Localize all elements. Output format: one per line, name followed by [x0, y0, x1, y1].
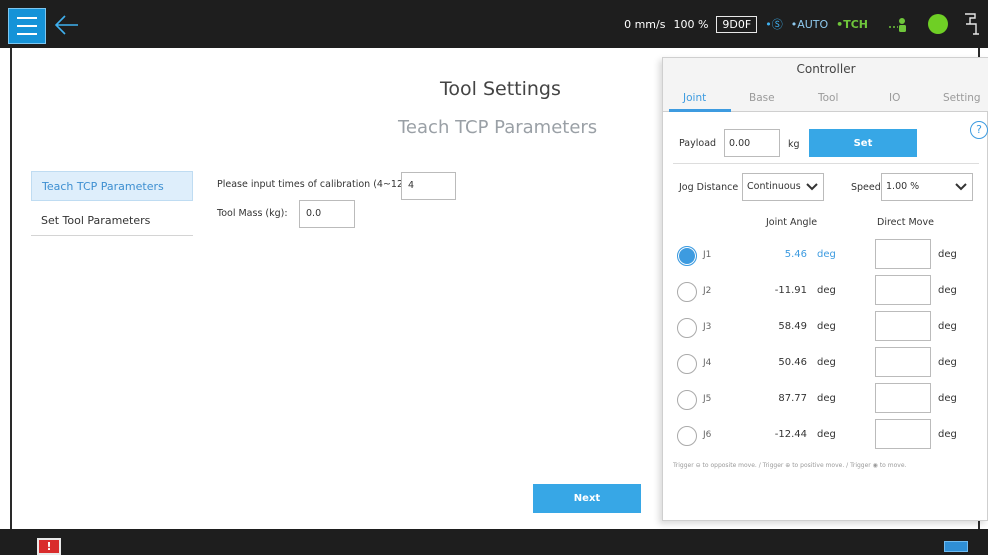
direct-move-unit: deg [938, 393, 957, 404]
robot-arm-icon[interactable] [962, 12, 980, 36]
sidebar-item-set-tool[interactable]: Set Tool Parameters [31, 206, 193, 236]
hamburger-line [17, 17, 37, 19]
joint-radio-j3[interactable] [677, 318, 697, 338]
joint-row-j4: J4 50.46 deg deg [663, 346, 988, 380]
jog-distance-select[interactable]: Continuous [742, 173, 824, 201]
calibration-input[interactable]: 4 [401, 172, 456, 200]
tch-status: •TCH [836, 17, 868, 31]
status-area: 0 mm/s 100 % 9D0F •Ⓢ •AUTO •TCH [624, 0, 948, 48]
joint-angle-unit: deg [817, 285, 836, 296]
help-icon[interactable]: ? [970, 121, 988, 139]
joint-angle-unit: deg [817, 357, 836, 368]
auto-status: •AUTO [790, 17, 829, 31]
controller-title: Controller [663, 58, 988, 84]
mode-pill[interactable]: 9D0F [716, 15, 758, 33]
joint-angle-unit: deg [817, 393, 836, 404]
hamburger-line [17, 33, 37, 35]
joint-angle-unit: deg [817, 249, 836, 260]
joint-row-j1: J1 5.46 deg deg [663, 238, 988, 272]
bottom-bar: ! [0, 529, 988, 555]
direct-move-header: Direct Move [877, 217, 934, 228]
joint-name: J5 [703, 394, 712, 404]
status-light-icon [928, 14, 948, 34]
keyboard-icon[interactable] [944, 541, 968, 552]
payload-label: Payload [679, 138, 717, 149]
joint-angle-unit: deg [817, 321, 836, 332]
direct-move-input-j2[interactable] [875, 275, 931, 305]
speed-label: Speed [851, 182, 881, 193]
page-title: Tool Settings [440, 78, 561, 100]
payload-unit: kg [788, 139, 800, 150]
joint-radio-j2[interactable] [677, 282, 697, 302]
tab-io[interactable]: IO [889, 92, 900, 104]
joint-angle-value: 87.77 [778, 393, 807, 404]
direct-move-unit: deg [938, 429, 957, 440]
direct-move-input-j4[interactable] [875, 347, 931, 377]
jog-hint-text: Trigger ⊖ to opposite move. / Trigger ⊕ … [673, 462, 907, 469]
joint-angle-value: 50.46 [778, 357, 807, 368]
joint-radio-j5[interactable] [677, 390, 697, 410]
speed-select[interactable]: 1.00 % [881, 173, 973, 201]
active-tab-indicator [669, 109, 731, 112]
chevron-down-icon [955, 183, 967, 191]
payload-set-button[interactable]: Set [809, 129, 917, 157]
joint-angle-value: 58.49 [778, 321, 807, 332]
joint-radio-j4[interactable] [677, 354, 697, 374]
speed-value: 1.00 % [886, 181, 920, 192]
tab-base[interactable]: Base [749, 92, 775, 104]
direct-move-input-j5[interactable] [875, 383, 931, 413]
joint-row-j5: J5 87.77 deg deg [663, 382, 988, 416]
alert-icon[interactable]: ! [37, 538, 61, 555]
direct-move-input-j1[interactable] [875, 239, 931, 269]
next-button[interactable]: Next [533, 484, 641, 513]
tool-mass-input[interactable]: 0.0 [299, 200, 355, 228]
direct-move-unit: deg [938, 321, 957, 332]
page-subtitle: Teach TCP Parameters [398, 117, 598, 138]
joint-row-j2: J2 -11.91 deg deg [663, 274, 988, 308]
jog-distance-value: Continuous [747, 181, 801, 192]
joint-name: J2 [703, 286, 712, 296]
joint-angle-unit: deg [817, 429, 836, 440]
joint-name: J6 [703, 430, 712, 440]
joint-name: J3 [703, 322, 712, 332]
joint-angle-value: -12.44 [774, 429, 807, 440]
percent-readout: 100 % [673, 17, 709, 31]
joint-name: J1 [703, 250, 712, 260]
direct-move-input-j6[interactable] [875, 419, 931, 449]
sidebar-item-teach-tcp[interactable]: Teach TCP Parameters [31, 171, 193, 201]
top-bar: 0 mm/s 100 % 9D0F •Ⓢ •AUTO •TCH [0, 0, 988, 48]
joint-radio-j1[interactable] [677, 246, 697, 266]
tab-joint[interactable]: Joint [683, 92, 706, 104]
connection-icon [889, 18, 906, 32]
payload-input[interactable]: 0.00 [724, 129, 780, 157]
direct-move-unit: deg [938, 357, 957, 368]
joint-angle-value: -11.91 [774, 285, 807, 296]
hamburger-line [17, 25, 37, 27]
speed-readout: 0 mm/s [624, 17, 666, 31]
menu-button[interactable] [8, 8, 46, 44]
tab-tool[interactable]: Tool [818, 92, 838, 104]
joint-row-j6: J6 -12.44 deg deg [663, 418, 988, 452]
jog-distance-label: Jog Distance [679, 182, 739, 193]
divider [673, 163, 979, 164]
joint-angle-value: 5.46 [784, 249, 807, 260]
chevron-down-icon [806, 183, 818, 191]
joint-row-j3: J3 58.49 deg deg [663, 310, 988, 344]
tool-mass-label: Tool Mass (kg): [217, 208, 288, 219]
calibration-label: Please input times of calibration (4~12) [217, 179, 407, 190]
direct-move-unit: deg [938, 285, 957, 296]
controller-panel: Controller Joint Base Tool IO Setting ? … [662, 57, 988, 521]
direct-move-unit: deg [938, 249, 957, 260]
joint-angle-header: Joint Angle [766, 217, 818, 228]
joint-name: J4 [703, 358, 712, 368]
direct-move-input-j3[interactable] [875, 311, 931, 341]
tab-setting[interactable]: Setting [943, 92, 981, 104]
back-arrow-icon[interactable] [52, 10, 82, 40]
safety-status: •Ⓢ [765, 18, 783, 31]
controller-tabs: Joint Base Tool IO Setting [663, 84, 988, 112]
joint-radio-j6[interactable] [677, 426, 697, 446]
